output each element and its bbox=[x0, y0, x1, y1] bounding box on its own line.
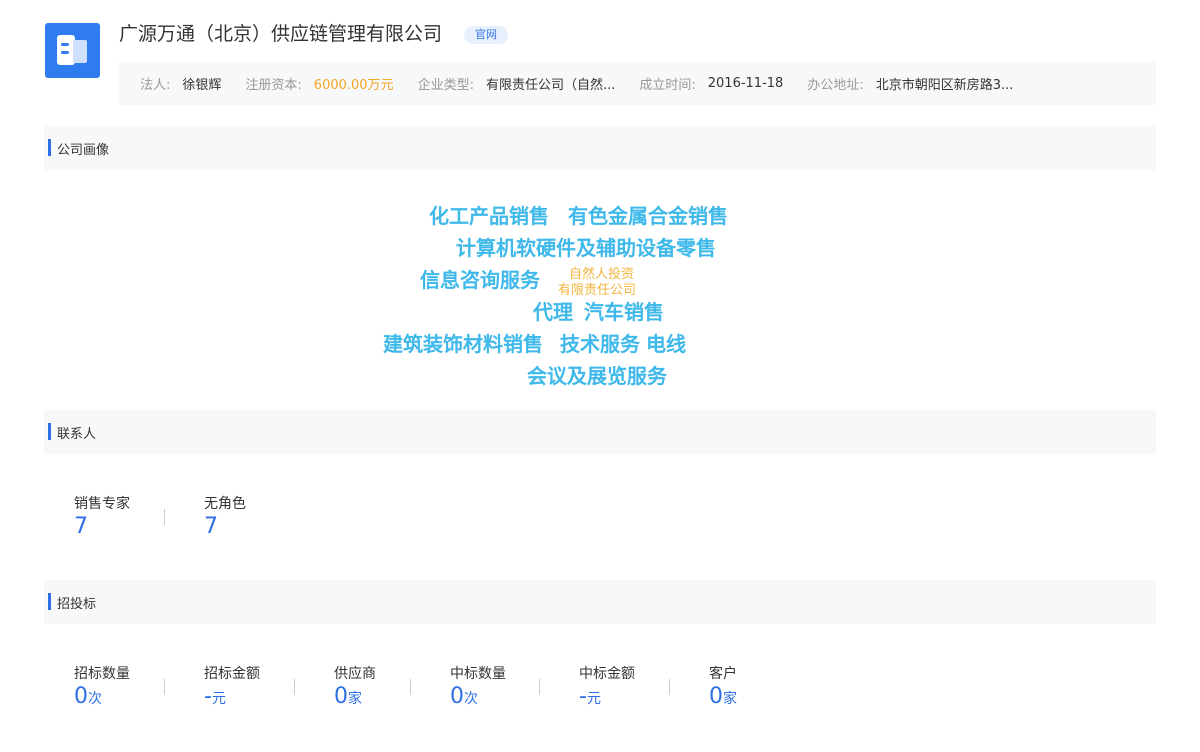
section-title: 联系人 bbox=[57, 427, 97, 442]
official-site-tag[interactable]: 官网 bbox=[464, 26, 508, 44]
founded-date-value: 2016-11-18 bbox=[707, 76, 784, 91]
divider bbox=[669, 679, 670, 695]
founded-date: 成立时间: 2016-11-18 bbox=[639, 76, 784, 93]
word-cloud-tag[interactable]: 建筑装饰材料销售 bbox=[383, 328, 543, 357]
divider bbox=[539, 679, 540, 695]
section-company-portrait: 公司画像 bbox=[44, 126, 1156, 170]
contact-stat-sales-expert[interactable]: 销售专家 7 bbox=[74, 493, 130, 539]
legal-rep-value[interactable]: 徐银辉 bbox=[182, 74, 221, 93]
divider bbox=[410, 679, 411, 695]
divider bbox=[294, 679, 295, 695]
section-bidding: 招投标 bbox=[44, 580, 1156, 624]
company-type: 企业类型: 有限责任公司（自然... bbox=[418, 74, 616, 93]
registered-capital: 注册资本: 6000.00万元 bbox=[245, 74, 393, 93]
bid-stat-tender-count[interactable]: 招标数量 0次 bbox=[74, 663, 130, 711]
bid-stat-win-amount[interactable]: 中标金额 -元 bbox=[579, 663, 635, 711]
registered-capital-value: 6000.00万元 bbox=[313, 78, 394, 93]
bid-stat-win-count[interactable]: 中标数量 0次 bbox=[450, 663, 506, 711]
word-cloud-tag[interactable]: 代理 bbox=[533, 296, 573, 325]
divider bbox=[164, 509, 165, 525]
word-cloud-tag[interactable]: 有色金属合金销售 bbox=[568, 200, 728, 229]
section-title: 公司画像 bbox=[57, 143, 110, 158]
company-type-value: 有限责任公司（自然... bbox=[485, 78, 616, 93]
word-cloud-tag[interactable]: 信息咨询服务 bbox=[420, 264, 540, 293]
company-logo bbox=[45, 23, 100, 78]
word-cloud-tag[interactable]: 电线 bbox=[646, 328, 686, 357]
company-info-bar: 法人: 徐银辉 注册资本: 6000.00万元 企业类型: 有限责任公司（自然.… bbox=[119, 62, 1156, 105]
office-address: 办公地址: 北京市朝阳区新房路3... bbox=[807, 74, 1013, 93]
word-cloud-tag[interactable]: 会议及展览服务 bbox=[527, 360, 667, 389]
section-contacts: 联系人 bbox=[44, 410, 1156, 454]
word-cloud-tag[interactable]: 化工产品销售 bbox=[429, 200, 549, 229]
bid-stat-tender-amount[interactable]: 招标金额 -元 bbox=[204, 663, 260, 711]
contact-stat-no-role[interactable]: 无角色 7 bbox=[204, 493, 246, 539]
office-address-value: 北京市朝阳区新房路3... bbox=[875, 78, 1014, 93]
legal-rep: 法人: 徐银辉 bbox=[140, 74, 221, 93]
word-cloud-tag[interactable]: 汽车销售 bbox=[584, 296, 664, 325]
divider bbox=[164, 679, 165, 695]
section-title: 招投标 bbox=[57, 597, 97, 612]
word-cloud-tag[interactable]: 技术服务 bbox=[560, 328, 640, 357]
bid-stat-suppliers[interactable]: 供应商 0家 bbox=[334, 663, 376, 711]
company-name[interactable]: 广源万通（北京）供应链管理有限公司 bbox=[119, 19, 442, 46]
word-cloud: 化工产品销售 有色金属合金销售 计算机软硬件及辅助设备零售 信息咨询服务 自然人… bbox=[0, 0, 1200, 752]
word-cloud-tag[interactable]: 计算机软硬件及辅助设备零售 bbox=[456, 232, 716, 261]
bid-stat-customers[interactable]: 客户 0家 bbox=[709, 663, 737, 711]
